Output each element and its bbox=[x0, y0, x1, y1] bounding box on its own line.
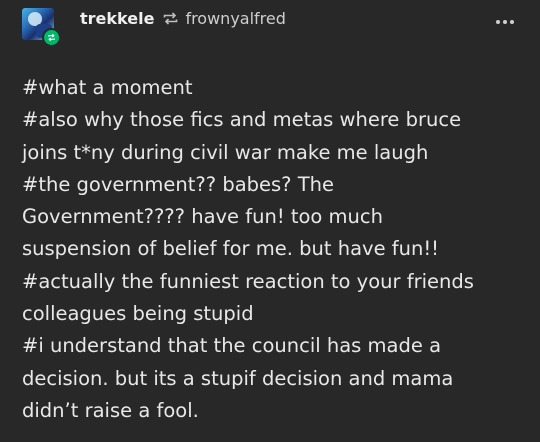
post-header: trekkele frownyalfred bbox=[0, 0, 540, 60]
tag-line[interactable]: #actually the funniest reaction to your … bbox=[22, 266, 527, 298]
tag-line-continued: Government???? have fun! too much bbox=[22, 205, 383, 229]
tag-line[interactable]: #what a moment bbox=[22, 72, 527, 104]
dot bbox=[496, 20, 500, 24]
tag-line[interactable]: #the government?? babes? The bbox=[22, 169, 527, 201]
tag-line-continued: suspension of belief for me. but have fu… bbox=[22, 237, 439, 261]
post-tags: #what a moment #also why those fics and … bbox=[22, 72, 527, 427]
reblog-badge-glyph-icon bbox=[48, 33, 55, 42]
more-options-icon[interactable] bbox=[492, 16, 518, 28]
dot bbox=[503, 20, 507, 24]
username-link[interactable]: trekkele bbox=[80, 9, 154, 28]
tag-line-continued: colleagues being stupid bbox=[22, 302, 254, 326]
dot bbox=[510, 20, 514, 24]
reblog-badge-icon bbox=[42, 28, 61, 47]
reblog-icon bbox=[162, 11, 179, 26]
tag-line-continued: joins t*ny during civil war make me laug… bbox=[22, 140, 429, 164]
tag-line-continued: decision. but its a stupif decision and … bbox=[22, 366, 454, 390]
post-attribution: trekkele frownyalfred bbox=[80, 9, 286, 28]
reblogged-from-link[interactable]: frownyalfred bbox=[185, 9, 285, 28]
tag-line-continued: didn’t raise a fool. bbox=[22, 398, 199, 422]
tag-line[interactable]: #i understand that the council has made … bbox=[22, 330, 527, 362]
tag-line[interactable]: #also why those fics and metas where bru… bbox=[22, 104, 527, 136]
